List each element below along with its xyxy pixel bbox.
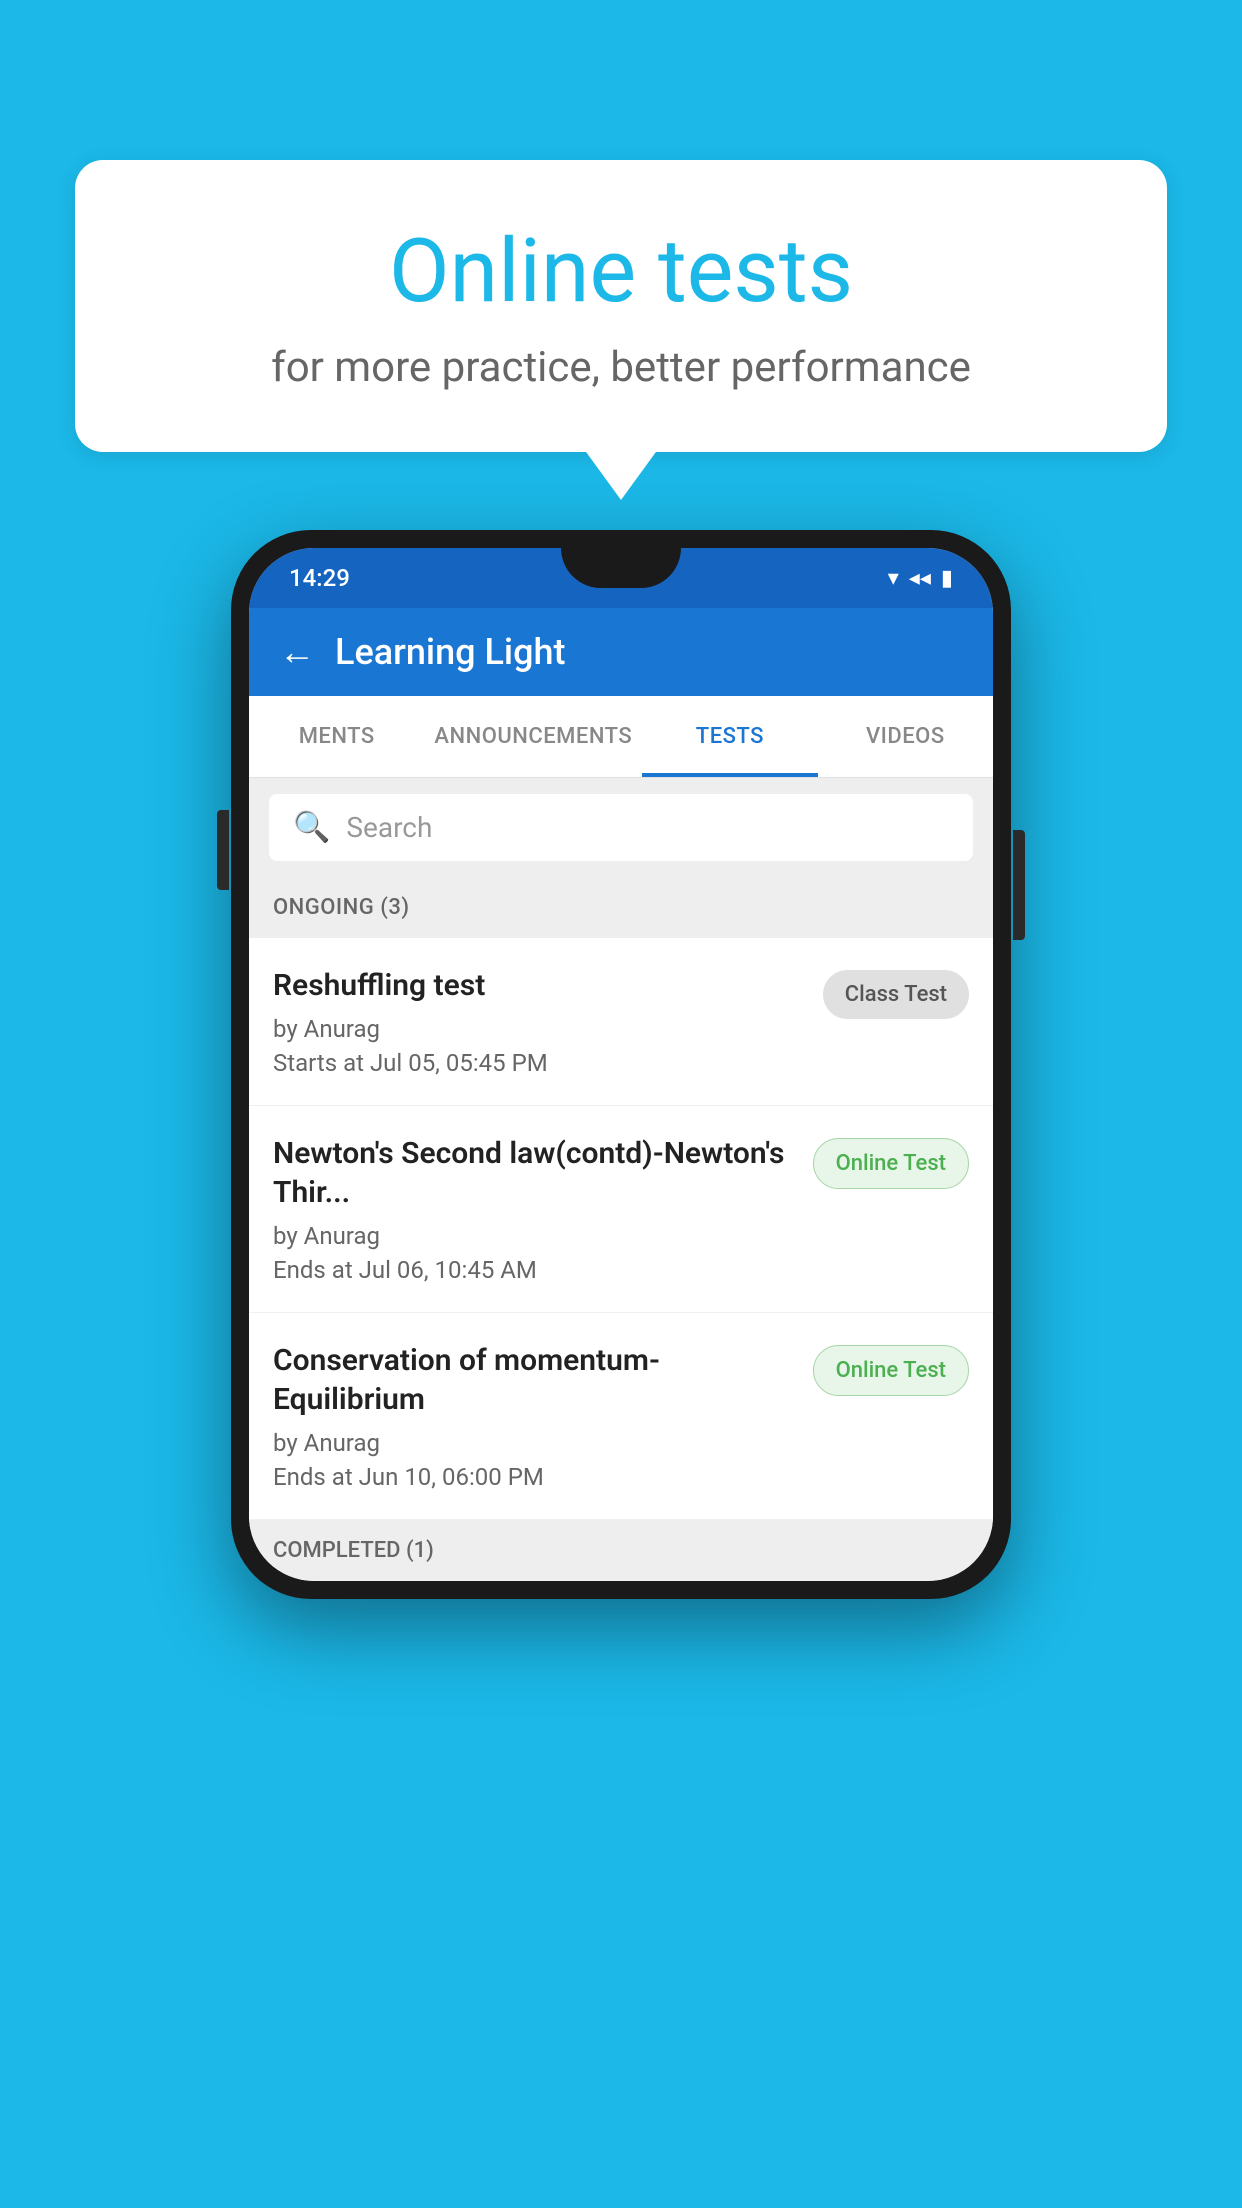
phone-screen: 14:29 ▾ ◂◂ ▮ ← Learning Light MENTS ANNO… [249, 548, 993, 1581]
search-box[interactable]: 🔍 Search [269, 794, 973, 861]
tabs-bar: MENTS ANNOUNCEMENTS TESTS VIDEOS [249, 696, 993, 778]
tests-list: Reshuffling test by Anurag Starts at Jul… [249, 938, 993, 1520]
search-icon: 🔍 [293, 810, 330, 845]
test-name-3: Conservation of momentum-Equilibrium [273, 1341, 797, 1419]
search-input[interactable]: Search [346, 811, 432, 844]
status-bar: 14:29 ▾ ◂◂ ▮ [249, 548, 993, 608]
speech-bubble-subtitle: for more practice, better performance [145, 343, 1097, 392]
tab-ments[interactable]: MENTS [249, 696, 424, 777]
test-item-3[interactable]: Conservation of momentum-Equilibrium by … [249, 1313, 993, 1520]
test-item-2[interactable]: Newton's Second law(contd)-Newton's Thir… [249, 1106, 993, 1313]
tab-videos[interactable]: VIDEOS [818, 696, 993, 777]
ongoing-section-header: ONGOING (3) [249, 877, 993, 938]
status-icons: ▾ ◂◂ ▮ [888, 566, 953, 591]
phone-outer: 14:29 ▾ ◂◂ ▮ ← Learning Light MENTS ANNO… [231, 530, 1011, 1599]
app-title: Learning Light [335, 631, 565, 673]
test-name-2: Newton's Second law(contd)-Newton's Thir… [273, 1134, 797, 1212]
test-badge-3: Online Test [813, 1345, 969, 1396]
status-time: 14:29 [289, 564, 350, 592]
speech-bubble-title: Online tests [145, 220, 1097, 323]
test-info-1: Reshuffling test by Anurag Starts at Jul… [273, 966, 807, 1077]
app-bar: ← Learning Light [249, 608, 993, 696]
test-name-1: Reshuffling test [273, 966, 807, 1005]
signal-icon: ◂◂ [909, 566, 931, 591]
test-author-3: by Anurag [273, 1429, 797, 1457]
notch [561, 548, 681, 588]
tab-announcements[interactable]: ANNOUNCEMENTS [424, 696, 642, 777]
test-item-1[interactable]: Reshuffling test by Anurag Starts at Jul… [249, 938, 993, 1106]
battery-icon: ▮ [941, 566, 953, 591]
wifi-icon: ▾ [888, 566, 899, 591]
test-badge-1: Class Test [823, 970, 969, 1019]
test-time-2: Ends at Jul 06, 10:45 AM [273, 1256, 797, 1284]
search-container: 🔍 Search [249, 778, 993, 877]
phone-mockup: 14:29 ▾ ◂◂ ▮ ← Learning Light MENTS ANNO… [231, 530, 1011, 1599]
test-info-2: Newton's Second law(contd)-Newton's Thir… [273, 1134, 797, 1284]
test-badge-2: Online Test [813, 1138, 969, 1189]
speech-bubble: Online tests for more practice, better p… [75, 160, 1167, 452]
completed-section-header: COMPLETED (1) [249, 1520, 993, 1581]
test-time-3: Ends at Jun 10, 06:00 PM [273, 1463, 797, 1491]
speech-bubble-container: Online tests for more practice, better p… [75, 160, 1167, 452]
back-button[interactable]: ← [279, 631, 315, 673]
test-author-1: by Anurag [273, 1015, 807, 1043]
test-info-3: Conservation of momentum-Equilibrium by … [273, 1341, 797, 1491]
test-time-1: Starts at Jul 05, 05:45 PM [273, 1049, 807, 1077]
tab-tests[interactable]: TESTS [642, 696, 817, 777]
test-author-2: by Anurag [273, 1222, 797, 1250]
